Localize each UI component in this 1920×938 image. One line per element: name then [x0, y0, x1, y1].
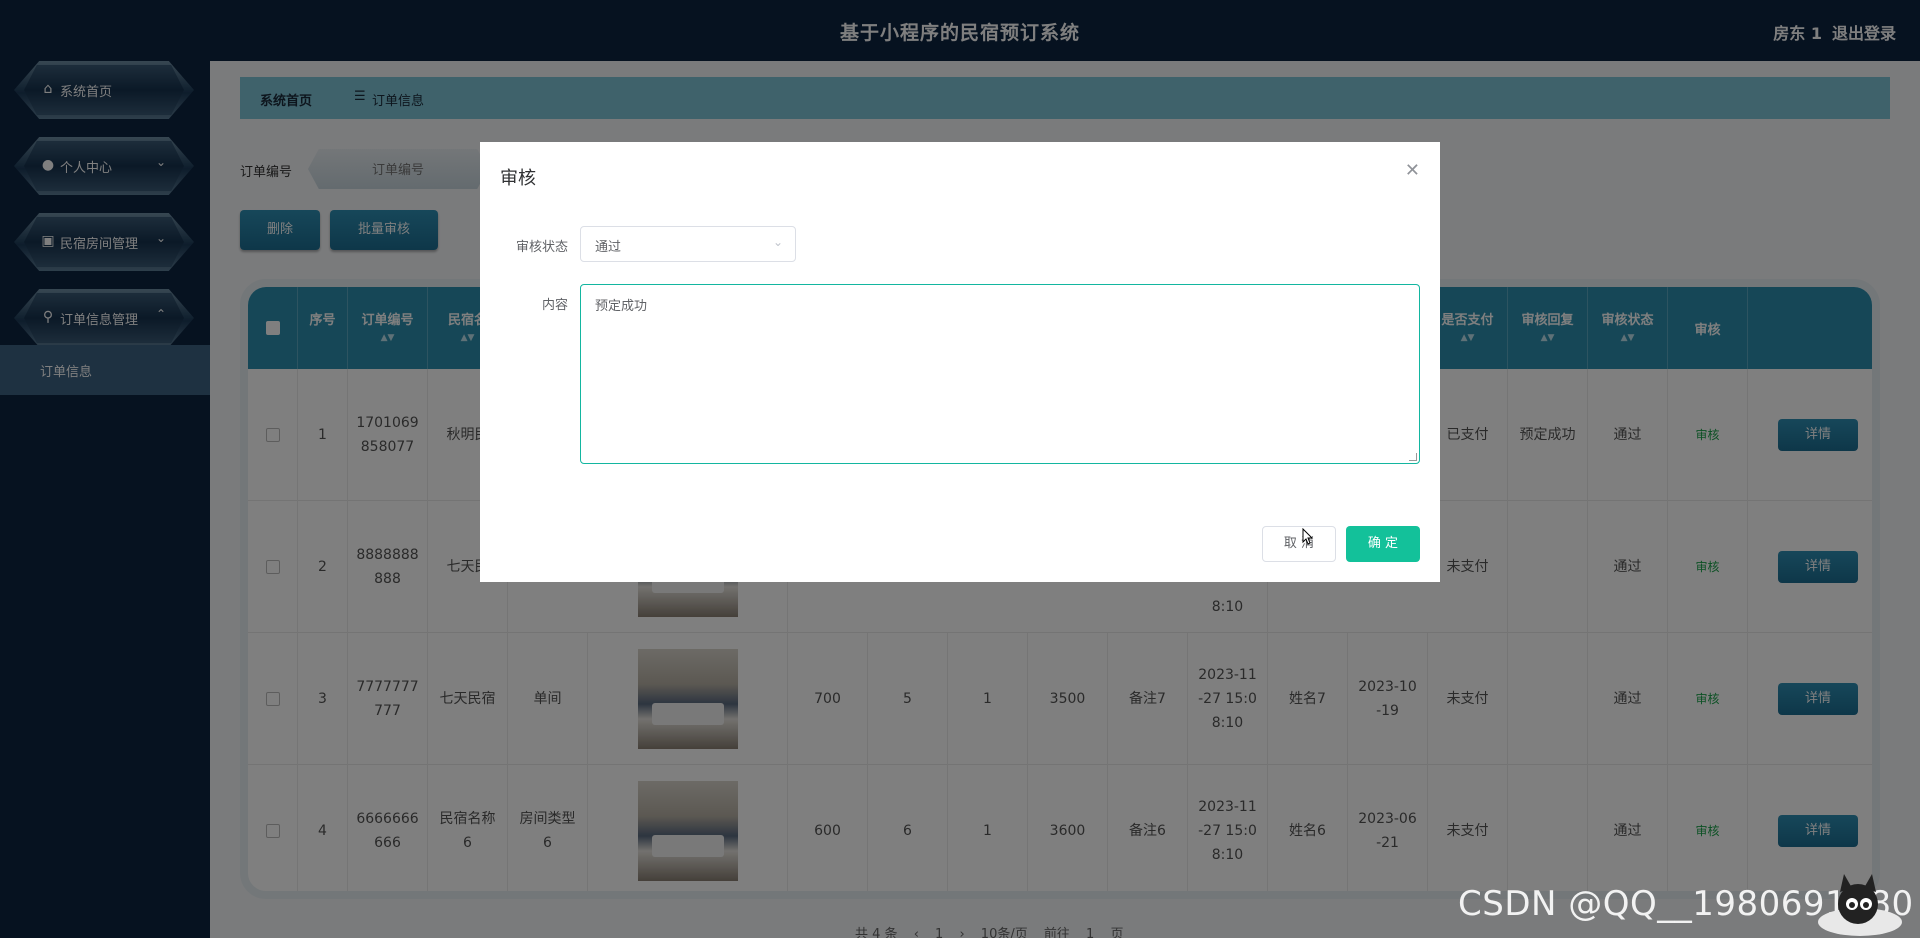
chevron-down-icon: ⌄: [772, 235, 783, 249]
content-textarea[interactable]: 预定成功: [580, 284, 1420, 464]
confirm-button[interactable]: 确 定: [1346, 526, 1420, 562]
audit-status-value: 通过: [595, 240, 622, 255]
mouse-cursor-icon: [1302, 528, 1314, 545]
audit-dialog: 审核 ✕ 审核状态 通过 ⌄ 内容 预定成功 取 消 确 定: [480, 142, 1440, 582]
audit-status-select[interactable]: 通过 ⌄: [580, 226, 796, 262]
content-field-label: 内容: [541, 298, 568, 313]
resize-handle-icon[interactable]: [1409, 453, 1417, 461]
status-field-label: 审核状态: [515, 240, 568, 255]
content-value: 预定成功: [595, 299, 648, 314]
mascot-cat-icon: [1818, 874, 1902, 936]
close-icon[interactable]: ✕: [1405, 160, 1420, 181]
cancel-button[interactable]: 取 消: [1262, 526, 1336, 562]
dialog-title: 审核: [500, 168, 536, 189]
